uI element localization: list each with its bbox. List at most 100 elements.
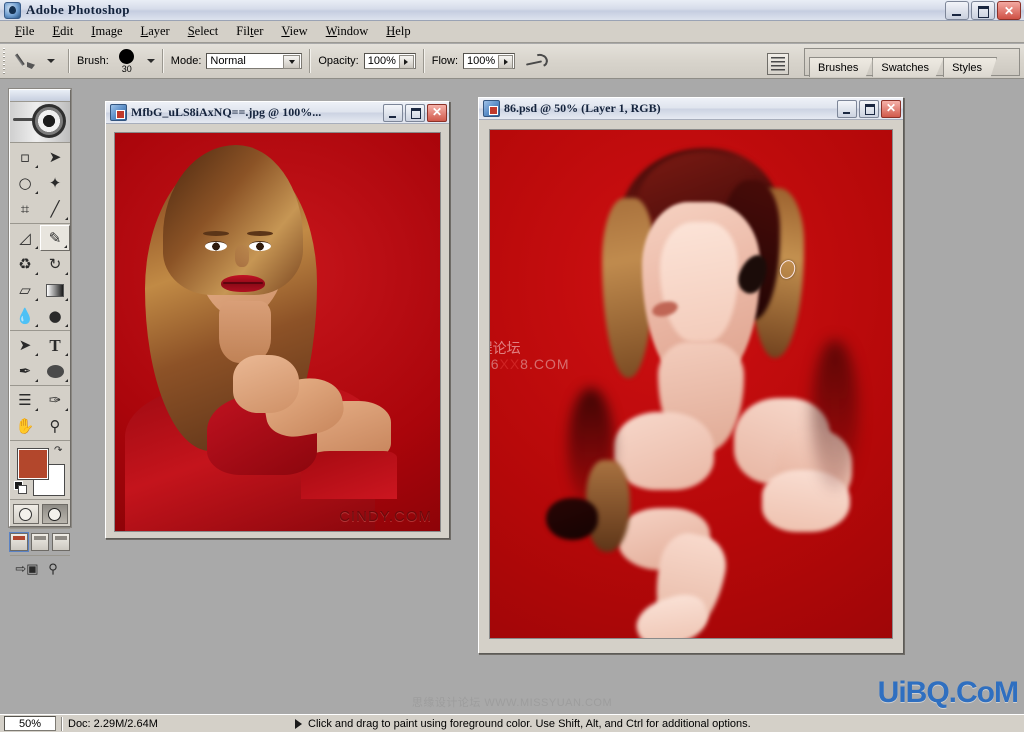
- menu-item-window[interactable]: Window: [317, 22, 378, 41]
- document-1-maximize-button[interactable]: [405, 103, 425, 122]
- pen-tool[interactable]: ✒: [10, 358, 40, 384]
- slice-tool[interactable]: ╱: [40, 196, 70, 222]
- move-tool[interactable]: ➤: [40, 144, 70, 170]
- toolbox-drag-handle[interactable]: [10, 90, 70, 102]
- opacity-slider-arrow-icon[interactable]: [398, 55, 414, 69]
- history-brush-tool[interactable]: ↻: [40, 251, 70, 277]
- menu-item-view[interactable]: View: [272, 22, 316, 41]
- dodge-tool[interactable]: ●: [40, 303, 70, 329]
- uibq-watermark: UiBQ.CoM: [877, 676, 1019, 709]
- maximize-button[interactable]: [971, 1, 995, 20]
- photo-nose: [235, 245, 249, 267]
- hand-tool[interactable]: ✋: [10, 413, 40, 439]
- smudged-portrait-artwork: PS教程论坛 BBS.16XX8.COM: [490, 130, 892, 638]
- brush-tool[interactable]: ✎: [40, 225, 70, 251]
- default-colors-icon[interactable]: [14, 481, 27, 494]
- document-2-minimize-button[interactable]: [837, 99, 857, 118]
- opacity-input[interactable]: 100%: [363, 53, 416, 69]
- crop-tool[interactable]: ⌗: [10, 196, 40, 222]
- palette-dock-icon[interactable]: [767, 53, 789, 75]
- document-icon: [110, 104, 127, 121]
- document-1-canvas[interactable]: CINDY.COM: [114, 132, 441, 532]
- window-controls: ✕: [945, 1, 1021, 20]
- palette-tab-swatches[interactable]: Swatches: [872, 57, 945, 77]
- document-1-title-bar[interactable]: MfbG_uLS8iAxNQ==.jpg @ 100%... ✕: [106, 102, 449, 124]
- flow-slider-arrow-icon[interactable]: [498, 55, 514, 69]
- menu-item-help[interactable]: Help: [377, 22, 419, 41]
- toolbox-group-selection: ▫ ➤ ○ ✦ ⌗ ╱: [10, 143, 70, 224]
- chevron-down-icon[interactable]: [47, 59, 55, 63]
- palette-tab-styles[interactable]: Styles: [943, 57, 998, 77]
- foreground-color-swatch[interactable]: [17, 448, 49, 480]
- minimize-button[interactable]: [945, 1, 969, 20]
- portrait-photograph: CINDY.COM: [115, 133, 440, 531]
- brush-preview[interactable]: 30: [114, 48, 140, 74]
- clone-stamp-tool[interactable]: ♻: [10, 251, 40, 277]
- menu-item-edit[interactable]: Edit: [43, 22, 82, 41]
- healing-brush-tool[interactable]: ◿: [10, 225, 40, 251]
- document-2-title-bar[interactable]: 86.psd @ 50% (Layer 1, RGB) ✕: [479, 98, 903, 120]
- standard-screen-mode-button[interactable]: [9, 532, 29, 552]
- standard-mask-mode-button[interactable]: [12, 504, 39, 524]
- document-2-close-button[interactable]: ✕: [881, 99, 901, 118]
- document-1-minimize-button[interactable]: [383, 103, 403, 122]
- jump-to-buttons: ⇨▣ ⚲: [10, 556, 70, 582]
- blur-tool[interactable]: 💧: [10, 303, 40, 329]
- path-selection-tool[interactable]: ➤: [10, 332, 40, 358]
- full-screen-mode-button[interactable]: [52, 533, 70, 551]
- document-2-controls: ✕: [837, 99, 901, 118]
- document-window-2[interactable]: 86.psd @ 50% (Layer 1, RGB) ✕ 论坛 6XX8.CO…: [478, 97, 904, 654]
- options-bar-grip[interactable]: [0, 44, 8, 78]
- quick-mask-mode-button[interactable]: [41, 504, 68, 524]
- photo-lips: [221, 275, 265, 292]
- eyedropper-tool[interactable]: ✑: [40, 387, 70, 413]
- document-2-canvas[interactable]: PS教程论坛 BBS.16XX8.COM: [489, 129, 893, 639]
- marquee-tool[interactable]: ▫: [10, 144, 40, 170]
- type-tool[interactable]: T: [40, 332, 70, 358]
- flow-label: Flow:: [431, 55, 459, 67]
- zoom-level-input[interactable]: 50%: [4, 716, 56, 731]
- close-icon: ✕: [885, 100, 897, 115]
- ellipse-shape-icon: [46, 364, 64, 378]
- eraser-tool[interactable]: ▱: [10, 277, 40, 303]
- gradient-tool[interactable]: [40, 277, 70, 303]
- path-arrow-icon: ➤: [18, 335, 32, 354]
- document-2-maximize-button[interactable]: [859, 99, 879, 118]
- flow-input[interactable]: 100%: [463, 53, 516, 69]
- quick-mask-icon: [48, 507, 61, 521]
- dodge-icon: ●: [48, 306, 62, 325]
- blend-mode-value: Normal: [210, 55, 246, 67]
- brush-tool-icon: [18, 50, 42, 72]
- preview-in-browser-icon[interactable]: ⚲: [42, 560, 64, 578]
- divider: [309, 49, 312, 73]
- palette-tab-brushes[interactable]: Brushes: [809, 57, 874, 77]
- opacity-label: Opacity:: [318, 55, 359, 67]
- flow-value: 100%: [467, 55, 496, 67]
- menu-item-filter[interactable]: Filter: [227, 22, 272, 41]
- mask-mode-buttons: [10, 499, 70, 529]
- jump-to-imageready-icon[interactable]: ⇨▣: [15, 560, 38, 578]
- menu-item-file[interactable]: File: [6, 22, 43, 41]
- zoom-tool[interactable]: ⚲: [40, 413, 70, 439]
- lasso-tool[interactable]: ○: [10, 170, 40, 196]
- full-screen-with-menubar-button[interactable]: [31, 533, 49, 551]
- airbrush-icon[interactable]: [523, 50, 549, 72]
- swap-colors-icon[interactable]: ↷: [54, 445, 65, 456]
- menu-item-layer[interactable]: Layer: [132, 22, 179, 41]
- notes-tool[interactable]: ☰: [10, 387, 40, 413]
- current-tool-preset[interactable]: [12, 50, 61, 72]
- shape-tool[interactable]: [40, 358, 70, 384]
- magic-wand-tool[interactable]: ✦: [40, 170, 70, 196]
- document-size-info[interactable]: Doc: 2.29M/2.64M: [68, 718, 293, 730]
- chevron-down-icon[interactable]: [283, 55, 301, 69]
- document-window-1[interactable]: MfbG_uLS8iAxNQ==.jpg @ 100%... ✕ CINDY.C…: [105, 101, 450, 539]
- menu-item-image[interactable]: Image: [82, 22, 131, 41]
- menu-item-select[interactable]: Select: [179, 22, 228, 41]
- close-button[interactable]: ✕: [997, 1, 1021, 20]
- document-1-close-button[interactable]: ✕: [427, 103, 447, 122]
- photoshop-eye-icon: [4, 1, 21, 19]
- blend-mode-select[interactable]: Normal: [206, 53, 303, 69]
- divider: [61, 716, 63, 731]
- brush-picker-chevron-icon[interactable]: [146, 59, 155, 63]
- status-menu-arrow-icon[interactable]: [295, 718, 302, 729]
